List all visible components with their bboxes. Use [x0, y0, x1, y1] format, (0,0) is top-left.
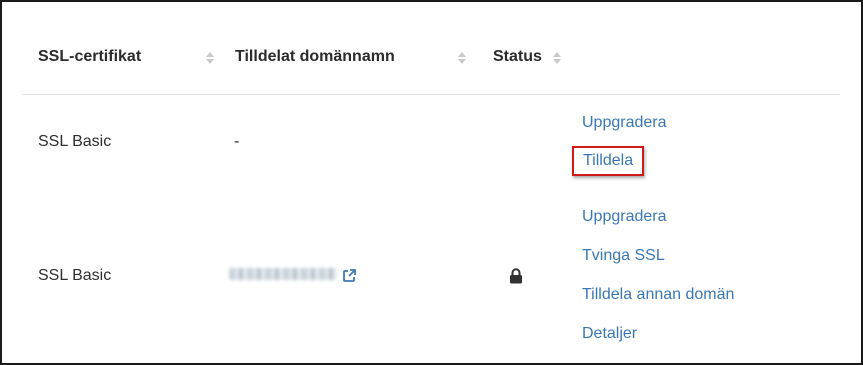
sort-icon[interactable] [457, 50, 467, 66]
domain-value: - [234, 133, 240, 150]
column-header-status[interactable]: Status [493, 48, 542, 66]
certificate-name: SSL Basic [38, 133, 112, 150]
sort-icon[interactable] [552, 50, 562, 66]
force-ssl-link[interactable]: Tvinga SSL [582, 247, 665, 265]
obscured-domain [229, 268, 337, 280]
highlight-box [572, 146, 644, 176]
column-header-domain[interactable]: Tilldelat domännamn [235, 48, 395, 66]
table-header: SSL-certifikat Tilldelat domännamn Statu… [22, 38, 840, 95]
assign-other-domain-link[interactable]: Tilldela annan domän [582, 286, 734, 304]
details-link[interactable]: Detaljer [582, 325, 637, 343]
upgrade-link[interactable]: Uppgradera [582, 208, 667, 226]
lock-icon [509, 268, 523, 284]
upgrade-link[interactable]: Uppgradera [582, 114, 667, 132]
column-header-certificate[interactable]: SSL-certifikat [38, 48, 141, 66]
sort-icon[interactable] [205, 50, 215, 66]
certificate-name: SSL Basic [38, 267, 112, 284]
external-link-icon[interactable] [342, 268, 357, 283]
